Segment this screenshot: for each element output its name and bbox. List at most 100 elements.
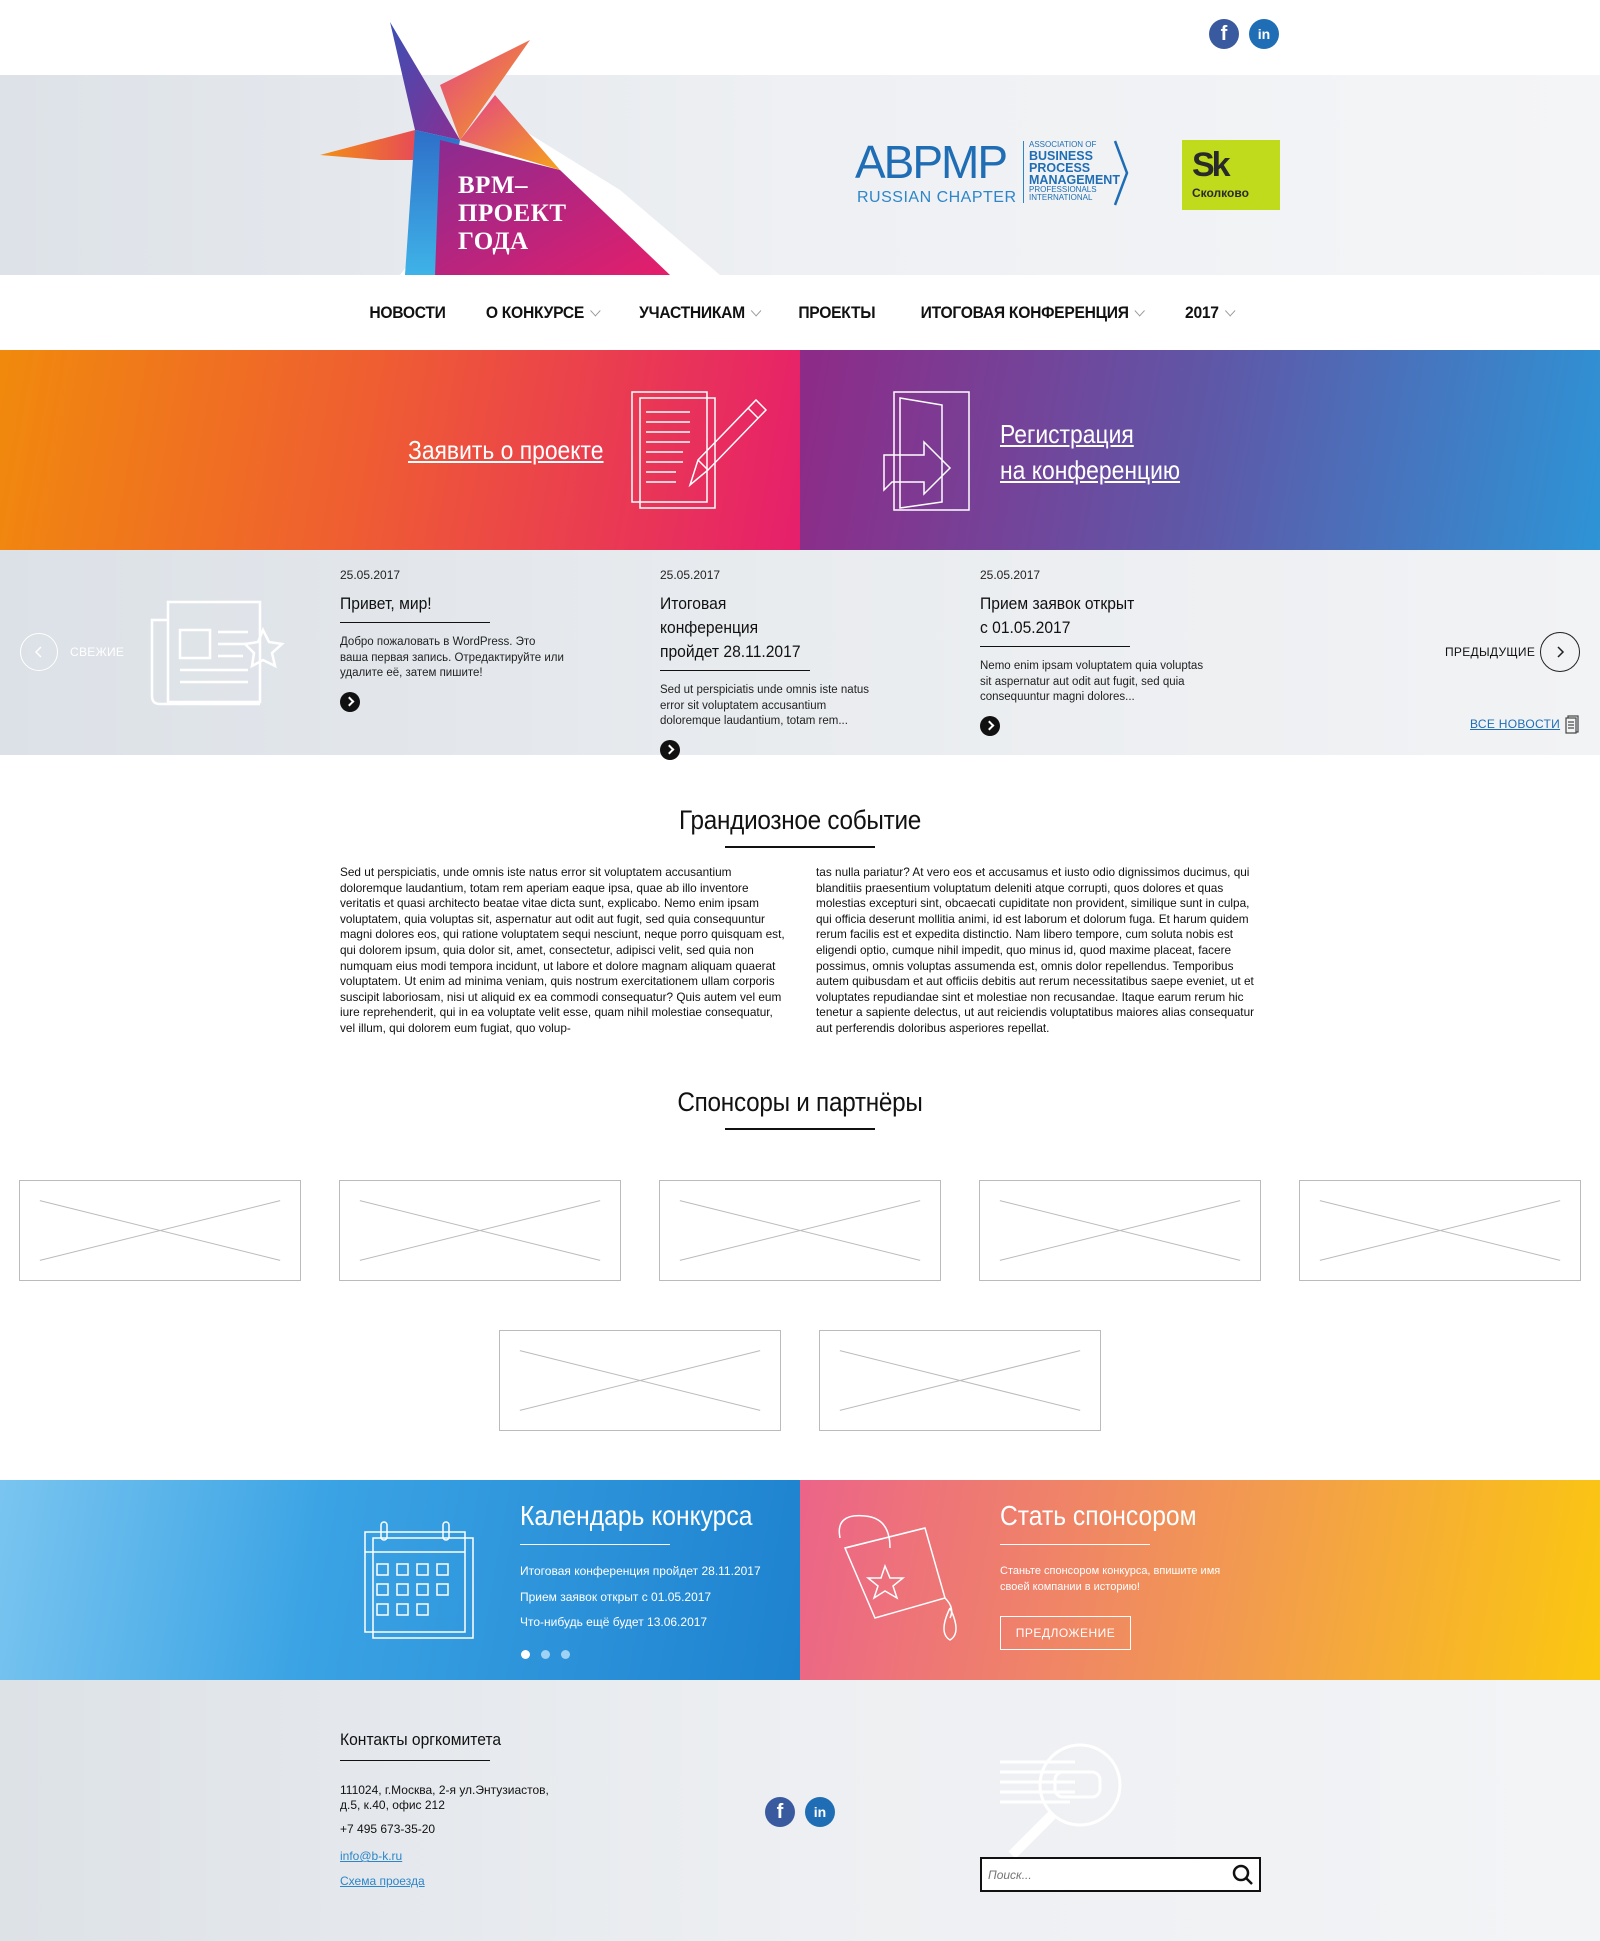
become-sponsor-text-2: своей компании в историю! bbox=[1000, 1581, 1140, 1593]
nav-item-conference[interactable]: ИТОГОВАЯ КОНФЕРЕНЦИЯ bbox=[920, 302, 1145, 323]
apply-banner: Заявить о проекте bbox=[0, 350, 800, 550]
sponsor-logo-placeholder[interactable] bbox=[1299, 1180, 1581, 1281]
main-navigation: НОВОСТИ О КОНКУРСЕ УЧАСТНИКАМ ПРОЕКТЫ ИТ… bbox=[0, 275, 1600, 350]
sponsor-logo-placeholder[interactable] bbox=[819, 1330, 1101, 1431]
become-sponsor-title: Стать спонсором bbox=[1000, 1500, 1197, 1531]
footer-phone[interactable]: +7 495 673-35-20 bbox=[340, 1822, 435, 1836]
document-icon[interactable] bbox=[1565, 715, 1579, 734]
register-banner: Регистрация на конференцию bbox=[800, 350, 1600, 550]
become-sponsor-title-rule bbox=[1000, 1544, 1150, 1545]
news-date: 25.05.2017 bbox=[340, 568, 401, 582]
nav-item-news[interactable]: НОВОСТИ bbox=[369, 302, 447, 323]
news-excerpt: Sed ut perspiciatis unde omnis iste natu… bbox=[660, 684, 870, 727]
calendar-icon bbox=[364, 1521, 474, 1639]
abpmp-logo[interactable]: ABPMP RUSSIAN CHAPTER ASSOCIATION OF BUS… bbox=[855, 137, 1135, 212]
news-date: 25.05.2017 bbox=[980, 568, 1041, 582]
footer-contacts-title: Контакты оргкомитета bbox=[340, 1730, 502, 1749]
footer-email-link[interactable]: info@b-k.ru bbox=[340, 1849, 402, 1863]
all-news-link[interactable]: ВСЕ НОВОСТИ bbox=[1470, 717, 1560, 731]
header-top-band bbox=[0, 0, 1600, 75]
nav-label: ПРОЕКТЫ bbox=[798, 302, 876, 322]
news-title[interactable]: Прием заявок открыт с 01.05.2017 bbox=[980, 592, 1136, 640]
carousel-dot[interactable] bbox=[541, 1650, 550, 1659]
abpmp-description: ASSOCIATION OF BUSINESS PROCESS MANAGEME… bbox=[1023, 140, 1120, 203]
read-more-arrow-icon[interactable] bbox=[340, 691, 360, 712]
image-placeholder-icon bbox=[839, 1350, 1081, 1411]
news-excerpt: Nemo enim ipsam voluptatem quia voluptas… bbox=[980, 660, 1204, 703]
calendar-banner: Календарь конкурса Итоговая конференция … bbox=[0, 1480, 800, 1680]
news-divider bbox=[980, 646, 1130, 647]
news-title[interactable]: Привет, мир! bbox=[340, 592, 496, 616]
news-next-button[interactable] bbox=[1540, 632, 1580, 672]
skolkovo-logo[interactable]: Sk Сколково bbox=[1182, 140, 1280, 210]
facebook-icon[interactable]: f bbox=[765, 1797, 795, 1827]
news-card[interactable]: 25.05.2017 Привет, мир! Добро пожаловать… bbox=[320, 550, 640, 755]
nav-item-about[interactable]: О КОНКУРСЕ bbox=[486, 302, 601, 323]
register-link[interactable]: Регистрация на конференцию bbox=[1000, 416, 1180, 488]
logo-line-1: BPM– bbox=[458, 172, 529, 199]
skolkovo-mark: Sk bbox=[1192, 146, 1231, 184]
news-divider bbox=[340, 622, 490, 623]
document-pencil-icon bbox=[631, 391, 768, 509]
nav-item-projects[interactable]: ПРОЕКТЫ bbox=[798, 303, 875, 323]
news-card[interactable]: 25.05.2017 Итоговая конференция пройдет … bbox=[640, 550, 960, 760]
calendar-event[interactable]: Итоговая конференция пройдет 28.11.2017 bbox=[520, 1564, 761, 1578]
footer-map-link[interactable]: Схема проезда bbox=[340, 1874, 425, 1888]
read-more-arrow-icon[interactable] bbox=[660, 739, 680, 760]
chevron-down-icon bbox=[1134, 304, 1145, 317]
carousel-dot[interactable] bbox=[561, 1650, 570, 1659]
chevron-down-icon bbox=[750, 304, 762, 317]
sponsor-logo-placeholder[interactable] bbox=[979, 1180, 1261, 1281]
newspaper-icon bbox=[150, 600, 285, 706]
nav-label: ИТОГОВАЯ КОНФЕРЕНЦИЯ bbox=[920, 302, 1129, 322]
header-brand-band bbox=[0, 75, 1600, 275]
sponsors-title-rule bbox=[725, 1128, 875, 1130]
sponsor-logo-placeholder[interactable] bbox=[339, 1180, 621, 1281]
chevron-right-icon bbox=[1557, 646, 1565, 658]
carousel-dot[interactable] bbox=[521, 1650, 530, 1659]
calendar-event[interactable]: Прием заявок открыт с 01.05.2017 bbox=[520, 1590, 711, 1604]
image-placeholder-icon bbox=[359, 1200, 601, 1261]
footer-address-line-2: д.5, к.40, офис 212 bbox=[340, 1798, 445, 1812]
calendar-event[interactable]: Что-нибудь ещё будет 13.06.2017 bbox=[520, 1615, 707, 1629]
become-sponsor-banner: Стать спонсором Станьте спонсором конкур… bbox=[800, 1480, 1600, 1680]
nav-label: 2017 bbox=[1184, 302, 1219, 322]
news-prev-label[interactable]: СВЕЖИЕ bbox=[70, 645, 124, 659]
sponsor-logo-placeholder[interactable] bbox=[659, 1180, 941, 1281]
news-divider bbox=[660, 670, 810, 671]
event-text: Sed ut perspiciatis, unde omnis iste nat… bbox=[340, 865, 1262, 1037]
nav-label: О КОНКУРСЕ bbox=[486, 302, 585, 322]
linkedin-icon[interactable]: in bbox=[805, 1797, 835, 1827]
nav-item-year[interactable]: 2017 bbox=[1184, 302, 1235, 323]
nav-label: УЧАСТНИКАМ bbox=[639, 302, 746, 322]
search-input[interactable] bbox=[988, 1859, 1228, 1890]
read-more-arrow-icon[interactable] bbox=[980, 715, 1000, 736]
logo-line-3: ГОДА bbox=[458, 228, 529, 255]
sponsor-logo-placeholder[interactable] bbox=[499, 1330, 781, 1431]
logo-title: BPM– ПРОЕКТ ГОДА bbox=[458, 172, 567, 256]
footer bbox=[0, 1680, 1600, 1941]
footer-title-rule bbox=[340, 1760, 490, 1761]
event-title-rule bbox=[725, 846, 875, 848]
news-card[interactable]: 25.05.2017 Прием заявок открыт с 01.05.2… bbox=[960, 550, 1280, 755]
abpmp-small-bottom-2: INTERNATIONAL bbox=[1029, 193, 1093, 202]
nav-label: НОВОСТИ bbox=[369, 302, 447, 322]
facebook-icon[interactable]: f bbox=[1209, 19, 1239, 49]
news-next-label[interactable]: ПРЕДЫДУЩИЕ bbox=[1445, 645, 1535, 659]
abpmp-chapter: RUSSIAN CHAPTER bbox=[857, 189, 1017, 206]
nav-item-participants[interactable]: УЧАСТНИКАМ bbox=[639, 302, 762, 323]
register-line-2: на конференцию bbox=[1000, 455, 1181, 485]
sponsor-logo-placeholder[interactable] bbox=[19, 1180, 301, 1281]
facebook-glyph: f bbox=[776, 1800, 784, 1823]
search-icon[interactable] bbox=[1232, 1864, 1254, 1886]
magnifier-icon bbox=[1000, 1743, 1122, 1859]
offer-button[interactable]: ПРЕДЛОЖЕНИЕ bbox=[1000, 1616, 1131, 1650]
abpmp-line-3: MANAGEMENT bbox=[1029, 172, 1120, 187]
apply-link[interactable]: Заявить о проекте bbox=[408, 432, 603, 468]
image-placeholder-icon bbox=[1319, 1200, 1561, 1261]
news-prev-button[interactable] bbox=[20, 633, 58, 671]
linkedin-icon[interactable]: in bbox=[1249, 19, 1279, 49]
sponsors-title: Спонсоры и партнёры bbox=[677, 1087, 923, 1117]
news-title[interactable]: Итоговая конференция пройдет 28.11.2017 bbox=[660, 592, 816, 664]
linkedin-glyph: in bbox=[813, 1804, 827, 1820]
